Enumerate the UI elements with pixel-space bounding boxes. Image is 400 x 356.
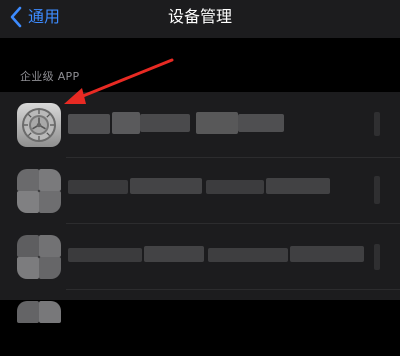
pixelated-app-icon: [17, 235, 61, 279]
page-title: 设备管理: [167, 7, 232, 26]
chevron-right-icon: [374, 244, 380, 270]
section-header: 企业级 APP: [20, 70, 80, 83]
pixelated-app-icon: [17, 169, 61, 213]
chevron-right-icon: [374, 112, 380, 136]
app-row[interactable]: [0, 158, 400, 224]
app-row[interactable]: [0, 224, 400, 290]
app-row[interactable]: [0, 92, 400, 158]
enterprise-app-list: [0, 92, 400, 323]
pixelated-app-icon: [17, 301, 61, 345]
navigation-bar: 通用 设备管理: [0, 0, 400, 38]
chevron-right-icon: [374, 176, 380, 204]
settings-gear-icon: [17, 103, 61, 147]
